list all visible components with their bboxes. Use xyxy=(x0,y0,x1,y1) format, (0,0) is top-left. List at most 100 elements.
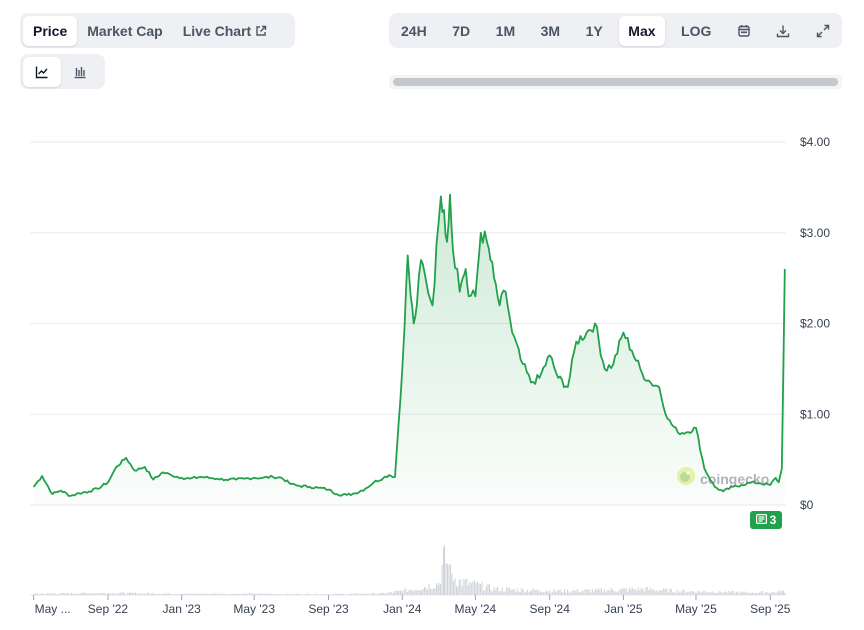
volume-bar xyxy=(96,593,98,595)
volume-bar xyxy=(731,590,733,595)
volume-bar xyxy=(95,593,97,595)
volume-bar xyxy=(302,594,304,595)
volume-bar xyxy=(584,589,586,595)
volume-bar xyxy=(151,593,153,595)
volume-bar xyxy=(408,590,410,595)
volume-bar xyxy=(364,593,366,595)
volume-bar xyxy=(637,587,639,595)
volume-bar xyxy=(670,588,672,595)
volume-bar xyxy=(685,592,687,595)
volume-bar xyxy=(388,592,390,595)
volume-bar xyxy=(315,593,317,595)
volume-bar xyxy=(247,594,249,595)
volume-bar xyxy=(177,594,179,595)
volume-bar xyxy=(572,590,574,595)
volume-bar xyxy=(567,592,569,595)
volume-bar xyxy=(540,591,542,595)
volume-bar xyxy=(296,593,298,595)
volume-bar xyxy=(576,589,578,595)
volume-bar xyxy=(314,594,316,595)
volume-bar xyxy=(630,589,632,595)
volume-bar xyxy=(104,593,106,595)
volume-bar xyxy=(378,593,380,595)
volume-bar xyxy=(697,590,699,595)
volume-bar xyxy=(541,592,543,595)
volume-bar xyxy=(150,594,152,595)
volume-bar xyxy=(621,588,623,595)
volume-bar xyxy=(372,593,374,595)
volume-bar xyxy=(677,592,679,595)
volume-bar xyxy=(395,591,397,595)
volume-bar xyxy=(524,592,526,595)
volume-bar xyxy=(458,579,460,595)
volume-bar xyxy=(636,591,638,595)
volume-bar xyxy=(105,593,107,595)
volume-bar xyxy=(394,591,396,595)
volume-bar xyxy=(69,594,71,595)
volume-bar xyxy=(355,593,357,595)
volume-bar xyxy=(160,594,162,595)
volume-bar xyxy=(500,590,502,595)
volume-bar xyxy=(765,592,767,595)
volume-bar xyxy=(689,590,691,595)
volume-bar xyxy=(108,593,110,595)
volume-bar xyxy=(519,591,521,595)
volume-bar xyxy=(171,593,173,595)
volume-bar xyxy=(543,592,545,595)
volume-bar xyxy=(475,586,477,595)
volume-bar xyxy=(663,588,665,595)
volume-bar xyxy=(590,592,592,595)
volume-bar xyxy=(575,591,577,595)
volume-bar xyxy=(337,593,339,595)
volume-bar xyxy=(722,592,724,595)
volume-bar xyxy=(570,592,572,595)
volume-bar xyxy=(142,593,144,595)
volume-bar xyxy=(354,593,356,595)
volume-bar xyxy=(109,593,111,595)
volume-bar xyxy=(417,590,419,595)
volume-bar xyxy=(482,590,484,595)
volume-bar xyxy=(549,590,551,595)
volume-bar xyxy=(186,593,188,595)
volume-bar xyxy=(587,589,589,595)
volume-bar xyxy=(717,592,719,595)
volume-bar xyxy=(153,593,155,595)
volume-bar xyxy=(244,593,246,595)
volume-bar xyxy=(660,590,662,595)
volume-bar xyxy=(392,592,394,595)
volume-bar xyxy=(415,590,417,595)
volume-bar xyxy=(485,586,487,595)
volume-bar xyxy=(622,588,624,595)
volume-bar xyxy=(522,589,524,595)
volume-bar xyxy=(382,593,384,595)
volume-bar xyxy=(427,589,429,595)
news-badge[interactable]: 3 xyxy=(750,511,782,529)
volume-bar xyxy=(679,591,681,595)
volume-bar xyxy=(631,587,633,595)
volume-bar xyxy=(664,589,666,595)
volume-bar xyxy=(207,594,209,595)
volume-bar xyxy=(196,594,198,595)
volume-bar xyxy=(771,592,773,595)
volume-bar xyxy=(321,594,323,595)
volume-bar xyxy=(127,592,129,595)
volume-bar xyxy=(740,591,742,595)
volume-bar xyxy=(305,593,307,595)
volume-bar xyxy=(673,592,675,595)
volume-bar xyxy=(306,593,308,595)
volume-bar xyxy=(753,593,755,595)
volume-bar xyxy=(527,589,529,595)
volume-bar xyxy=(389,591,391,595)
volume-bar xyxy=(606,590,608,595)
volume-bar xyxy=(56,594,58,595)
volume-bar xyxy=(346,594,348,595)
volume-bar xyxy=(591,589,593,595)
volume-bar xyxy=(488,584,490,595)
volume-bar xyxy=(334,593,336,595)
volume-bar xyxy=(634,588,636,595)
volume-bar xyxy=(762,591,764,595)
volume-bar xyxy=(719,590,721,595)
volume-bar xyxy=(743,591,745,595)
volume-bar xyxy=(729,592,731,595)
volume-bar xyxy=(609,590,611,595)
